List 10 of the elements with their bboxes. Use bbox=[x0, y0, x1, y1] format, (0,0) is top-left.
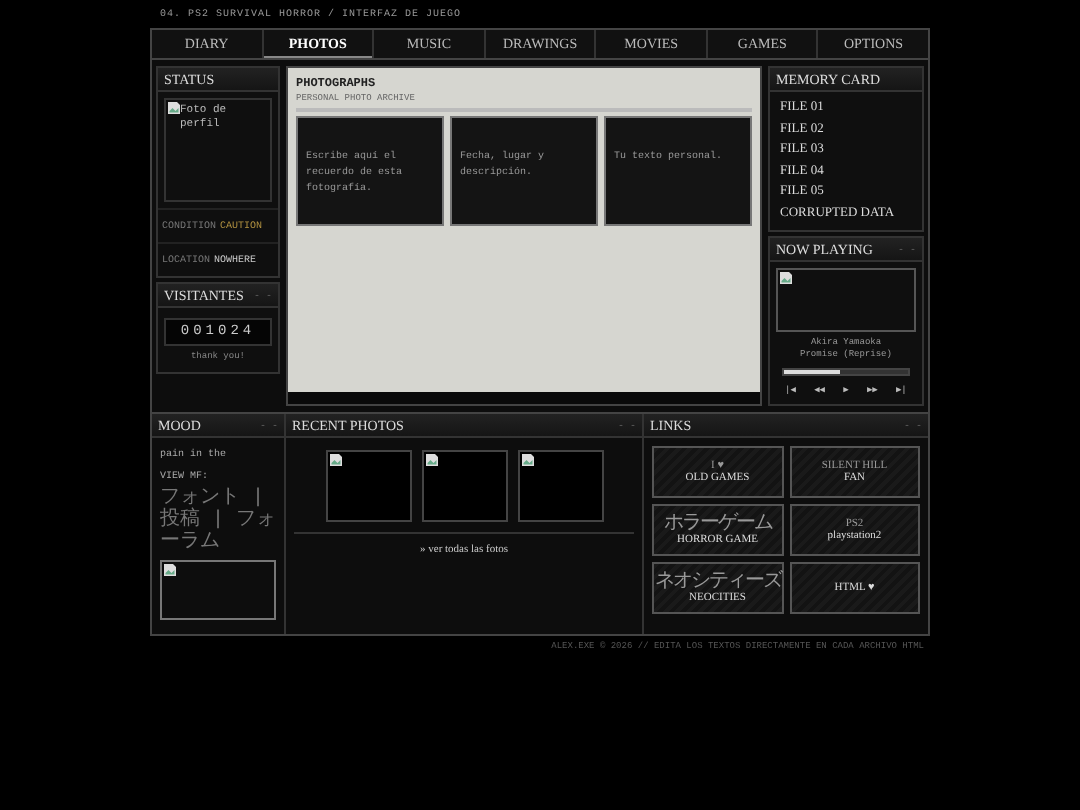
mood-links[interactable]: フォント | 投稿 | フォーラム bbox=[152, 482, 284, 554]
broken-image-icon bbox=[780, 272, 792, 284]
broken-image-icon bbox=[164, 564, 176, 576]
photo-thumbnail[interactable] bbox=[517, 450, 603, 522]
broken-image-icon bbox=[521, 454, 533, 466]
photo-thumbnail[interactable] bbox=[325, 450, 411, 522]
broken-image-icon bbox=[425, 454, 437, 466]
broken-image-icon bbox=[168, 102, 180, 114]
broken-image-icon bbox=[329, 454, 341, 466]
photo-thumbnail[interactable] bbox=[421, 450, 507, 522]
